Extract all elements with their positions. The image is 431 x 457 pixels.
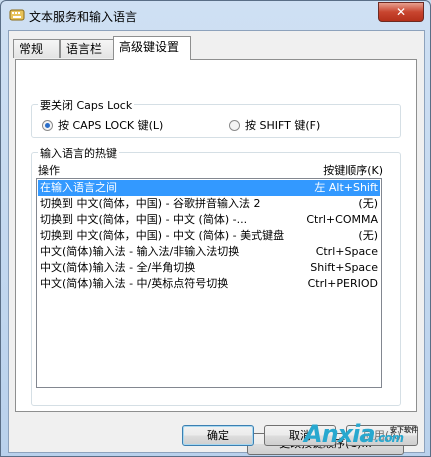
- tab-advanced-key-settings[interactable]: 高级键设置: [113, 36, 191, 60]
- close-icon: ✕: [395, 5, 407, 19]
- list-item[interactable]: 切换到 中文(简体，中国) - 中文 (简体) -... Ctrl+COMMA: [38, 212, 380, 228]
- watermark-text: Anxia: [304, 420, 376, 448]
- list-item-action: 中文(简体)输入法 - 中/英标点符号切换: [40, 277, 229, 290]
- list-item-key: 左 Alt+Shift: [314, 181, 378, 194]
- ok-button[interactable]: 确定: [182, 425, 254, 446]
- list-item-action: 中文(简体)输入法 - 全/半角切换: [40, 261, 196, 274]
- watermark-logo: Anxia.com 安下软件: [304, 420, 430, 454]
- list-item-action: 中文(简体)输入法 - 输入法/非输入法切换: [40, 245, 240, 258]
- list-item[interactable]: 在输入语言之间 左 Alt+Shift: [38, 180, 380, 196]
- tab-general[interactable]: 常规: [13, 39, 60, 58]
- list-item-key: (无): [358, 197, 378, 210]
- list-item-action: 切换到 中文(简体，中国) - 中文 (简体) - 美式键盘: [40, 229, 285, 242]
- list-item[interactable]: 中文(简体)输入法 - 中/英标点符号切换 Ctrl+PERIOD: [38, 276, 380, 292]
- dialog-window: 文本服务和输入语言 ✕ 常规 语言栏 高级键设置 要关闭 Caps Lock 按…: [0, 0, 431, 457]
- caps-lock-option-label: 按 CAPS LOCK 键(L): [58, 119, 164, 132]
- tab-label: 语言栏: [66, 42, 103, 56]
- list-item-action: 切换到 中文(简体，中国) - 中文 (简体) -...: [40, 213, 248, 226]
- shift-option-label: 按 SHIFT 键(F): [245, 119, 321, 132]
- title-bar[interactable]: 文本服务和输入语言 ✕: [1, 1, 430, 29]
- list-item-key: Ctrl+PERIOD: [307, 277, 378, 290]
- shift-option[interactable]: 按 SHIFT 键(F): [229, 117, 320, 133]
- tab-label: 常规: [19, 42, 44, 56]
- list-item-key: Ctrl+COMMA: [306, 213, 378, 226]
- list-item-key: (无): [358, 229, 378, 242]
- caps-lock-group: 要关闭 Caps Lock 按 CAPS LOCK 键(L) 按 SHIFT 键…: [31, 97, 401, 138]
- column-header-action: 操作: [38, 164, 60, 177]
- list-item[interactable]: 中文(简体)输入法 - 输入法/非输入法切换 Ctrl+Space: [38, 244, 380, 260]
- hotkey-list[interactable]: 在输入语言之间 左 Alt+Shift 切换到 中文(简体，中国) - 谷歌拼音…: [36, 178, 382, 388]
- list-item-key: Shift+Space: [310, 261, 378, 274]
- caps-lock-group-label: 要关闭 Caps Lock: [38, 97, 135, 113]
- list-item[interactable]: 切换到 中文(简体，中国) - 谷歌拼音输入法 2 (无): [38, 196, 380, 212]
- list-item[interactable]: 中文(简体)输入法 - 全/半角切换 Shift+Space: [38, 260, 380, 276]
- hotkeys-group-label: 输入语言的热键: [38, 145, 119, 161]
- list-item-action: 在输入语言之间: [40, 181, 117, 194]
- list-item-key: Ctrl+Space: [315, 245, 378, 258]
- dialog-client: 常规 语言栏 高级键设置 要关闭 Caps Lock 按 CAPS LOCK 键…: [8, 30, 425, 455]
- tab-language-bar[interactable]: 语言栏: [60, 39, 114, 58]
- tab-panel: 要关闭 Caps Lock 按 CAPS LOCK 键(L) 按 SHIFT 键…: [15, 59, 417, 455]
- window-title: 文本服务和输入语言: [29, 10, 138, 24]
- keyboard-icon: [9, 7, 25, 23]
- list-item-action: 切换到 中文(简体，中国) - 谷歌拼音输入法 2: [40, 197, 261, 210]
- watermark-subtext: 安下软件: [390, 426, 418, 434]
- radio-checked-icon[interactable]: [42, 119, 53, 131]
- close-button[interactable]: ✕: [378, 2, 424, 22]
- hotkeys-group: 输入语言的热键 操作 按键顺序(K) 在输入语言之间 左 Alt+Shift 切…: [31, 145, 404, 455]
- caps-lock-option[interactable]: 按 CAPS LOCK 键(L): [42, 117, 163, 133]
- tab-label: 高级键设置: [119, 40, 180, 54]
- column-header-key: 按键顺序(K): [323, 164, 383, 177]
- list-item[interactable]: 切换到 中文(简体，中国) - 中文 (简体) - 美式键盘 (无): [38, 228, 380, 244]
- radio-unchecked-icon[interactable]: [229, 119, 240, 131]
